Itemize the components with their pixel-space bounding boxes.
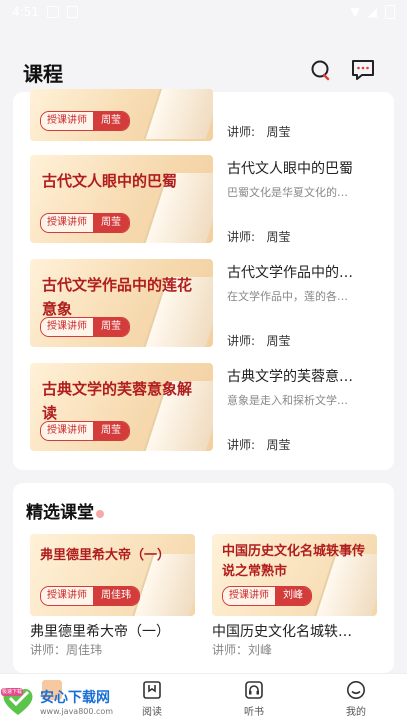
featured-thumb-title: 中国历史文化名城轶事传说之常熟市: [222, 544, 366, 579]
featured-name[interactable]: 弗里德里希大帝（一）: [30, 621, 170, 641]
teacher-badge: 授课讲师 周莹: [40, 111, 130, 131]
tab-me[interactable]: 我的: [326, 680, 386, 718]
signal-icon: ◢: [367, 5, 377, 19]
watermark: 极速下载 安心下载网 www.java800.com: [0, 684, 113, 718]
watermark-logo: 极速下载: [0, 684, 36, 718]
course-thumb[interactable]: 授课讲师 周莹: [30, 89, 213, 141]
teacher-badge: 授课讲师 周佳玮: [40, 586, 140, 606]
course-info[interactable]: 古典文学的芙蓉意… 意象是走入和探析文学… 讲师: 周莹: [227, 366, 377, 452]
watermark-url: www.java800.com: [40, 706, 114, 716]
notification-icon: [46, 6, 59, 18]
course-teacher: 讲师: 周莹: [227, 230, 291, 244]
course-teacher: 讲师: 周莹: [227, 125, 291, 139]
featured-name[interactable]: 中国历史文化名城轶…: [212, 621, 352, 641]
status-bar: 4:51 ▼ ◢: [0, 0, 407, 24]
featured-thumb[interactable]: 中国历史文化名城轶事传说之常熟市 授课讲师 刘峰: [212, 534, 377, 616]
course-list-card: 授课讲师 周莹 讲师: 周莹 古代文人眼中的巴蜀 授课讲师 周莹 古代文人眼中的…: [13, 89, 394, 470]
status-time: 4:51: [12, 5, 39, 19]
tab-listen[interactable]: 听书: [224, 680, 284, 718]
course-name: 古典文学的芙蓉意…: [227, 369, 353, 385]
course-thumb[interactable]: 古代文学作品中的莲花意象 授课讲师 周莹: [30, 259, 213, 347]
course-info[interactable]: 古代文学作品中的… 在文学作品中，莲的各… 讲师: 周莹: [227, 262, 377, 348]
message-icon[interactable]: [349, 56, 377, 84]
wifi-icon: ▼: [350, 5, 360, 19]
course-teacher: 讲师: 周莹: [227, 334, 291, 348]
course-teacher: 讲师: 周莹: [227, 438, 291, 452]
course-name: 古代文学作品中的…: [227, 265, 353, 281]
featured-teacher: 讲师：周佳玮: [30, 643, 103, 657]
teacher-badge: 授课讲师 刘峰: [222, 586, 312, 606]
course-desc: 巴蜀文化是华夏文化的…: [227, 186, 348, 199]
title-dot: [96, 510, 104, 518]
search-icon[interactable]: [307, 56, 335, 84]
teacher-badge: 授课讲师 周莹: [40, 421, 130, 441]
book-icon: [142, 680, 162, 700]
course-thumb-title: 古典文学的芙蓉意象解读: [42, 380, 193, 422]
featured-thumb[interactable]: 弗里德里希大帝（一） 授课讲师 周佳玮: [30, 534, 195, 616]
featured-title: 精选课堂: [26, 498, 104, 523]
course-desc: 在文学作品中，莲的各…: [227, 290, 348, 303]
teacher-badge: 授课讲师 周莹: [40, 213, 130, 233]
watermark-brand: 安心下载网: [40, 689, 110, 706]
course-thumb-title: 古代文学作品中的莲花意象: [42, 276, 193, 318]
tab-read[interactable]: 阅读: [122, 680, 182, 718]
page-title: 课程: [23, 62, 63, 86]
course-thumb-title: 古代文人眼中的巴蜀: [42, 172, 178, 190]
teacher-badge: 授课讲师 周莹: [40, 317, 130, 337]
featured-thumb-title: 弗里德里希大帝（一）: [40, 548, 171, 563]
sim-icon: [66, 6, 78, 18]
featured-teacher: 讲师：刘峰: [212, 643, 273, 657]
course-thumb[interactable]: 古典文学的芙蓉意象解读 授课讲师 周莹: [30, 363, 213, 451]
headphones-icon: [244, 680, 264, 700]
top-header: 课程: [0, 48, 407, 92]
course-thumb[interactable]: 古代文人眼中的巴蜀 授课讲师 周莹: [30, 155, 213, 243]
course-name: 古代文人眼中的巴蜀: [227, 161, 353, 177]
course-info[interactable]: 古代文人眼中的巴蜀 巴蜀文化是华夏文化的… 讲师: 周莹: [227, 158, 377, 244]
watermark-badge: 极速下载: [1, 688, 24, 696]
smile-icon: [346, 680, 366, 700]
course-desc: 意象是走入和探析文学…: [227, 394, 348, 407]
battery-icon: [385, 5, 395, 19]
